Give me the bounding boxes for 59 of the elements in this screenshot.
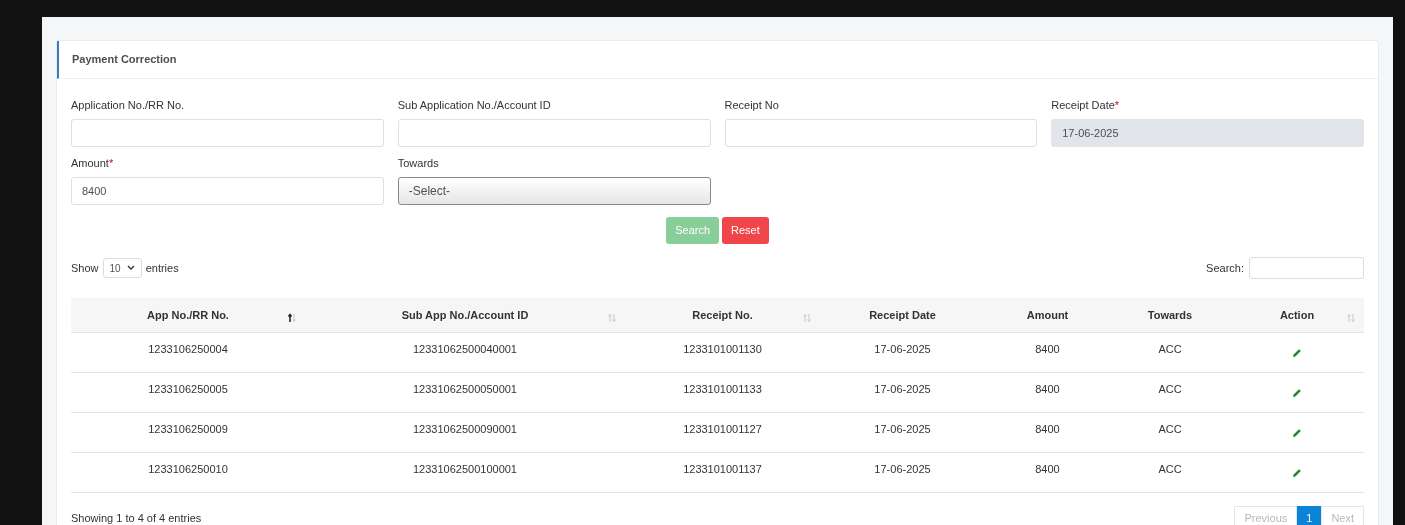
table-cell: 17-06-2025 [874, 383, 931, 396]
table-cell: ACC [1158, 383, 1182, 396]
table-cell: 8400 [1035, 463, 1060, 476]
table-cell: 1233106250004 [148, 343, 228, 356]
table-cell: ACC [1158, 343, 1182, 356]
chevron-icon [126, 265, 135, 271]
table-cell: 12331062500050001 [413, 383, 517, 396]
search-label: Search: [1206, 260, 1244, 276]
field-label: Amount [71, 156, 109, 171]
field-label: Application No./RR No. [71, 98, 185, 113]
table-cell: 8400 [1035, 423, 1060, 436]
column-header[interactable]: Amount [985, 298, 1110, 332]
table-cell: 17-06-2025 [874, 343, 931, 356]
table-cell: ACC [1158, 463, 1182, 476]
search-field[interactable] [1249, 257, 1364, 279]
page-button[interactable]: 1 [1297, 505, 1322, 525]
card-title: Payment Correction [72, 52, 177, 68]
column-header[interactable]: Action [1230, 298, 1364, 332]
input-field[interactable] [71, 119, 384, 147]
column-header[interactable]: Receipt Date [820, 298, 985, 332]
table-cell: 17-06-2025 [874, 463, 931, 476]
input-field[interactable]: 8400 [71, 177, 384, 205]
field-label: Towards [397, 156, 439, 171]
required-mark: * [108, 156, 114, 171]
entries-info: Showing 1 to 4 of 4 entries [71, 511, 202, 525]
field-label: Receipt No [724, 98, 779, 113]
show-label: Show [71, 260, 99, 276]
table-cell: 1233106250010 [148, 463, 228, 476]
field-label: Receipt Date [1051, 98, 1115, 113]
entries-label: entries [145, 260, 179, 276]
column-header[interactable]: Sub App No./Account ID [305, 298, 625, 332]
table-cell: 1233106250009 [148, 423, 228, 436]
table-cell: 1233101001137 [683, 463, 762, 476]
table-cell: 17-06-2025 [874, 423, 931, 436]
pencil-icon[interactable] [1292, 387, 1302, 398]
table-cell: 1233101001133 [683, 383, 762, 396]
required-mark: * [1114, 98, 1120, 113]
table-cell: 8400 [1035, 383, 1060, 396]
towards-select[interactable]: -Select- [397, 177, 711, 205]
table-cell: 1233106250005 [148, 383, 228, 396]
table-cell: 1233101001130 [683, 343, 762, 356]
pencil-icon[interactable] [1292, 427, 1302, 438]
column-header[interactable]: Receipt No. [625, 298, 820, 332]
table-cell: 8400 [1035, 343, 1060, 356]
sort-icon[interactable] [287, 313, 297, 323]
pencil-icon[interactable] [1292, 467, 1302, 478]
entries-select[interactable]: 10 [102, 258, 142, 278]
table-cell: 12331062500100001 [413, 463, 517, 476]
input-field[interactable] [397, 119, 711, 147]
table-cell: 1233101001127 [683, 423, 762, 436]
column-header[interactable]: App No./RR No. [71, 298, 305, 332]
pencil-icon[interactable] [1292, 347, 1302, 358]
reset-button[interactable]: Reset [722, 217, 769, 244]
field-label: Sub Application No./Account ID [397, 98, 551, 113]
table-cell: 12331062500090001 [413, 423, 517, 436]
column-header[interactable]: Towards [1110, 298, 1230, 332]
input-field[interactable] [724, 119, 1038, 147]
table-cell: ACC [1158, 423, 1182, 436]
table-cell: 12331062500040001 [413, 343, 517, 356]
